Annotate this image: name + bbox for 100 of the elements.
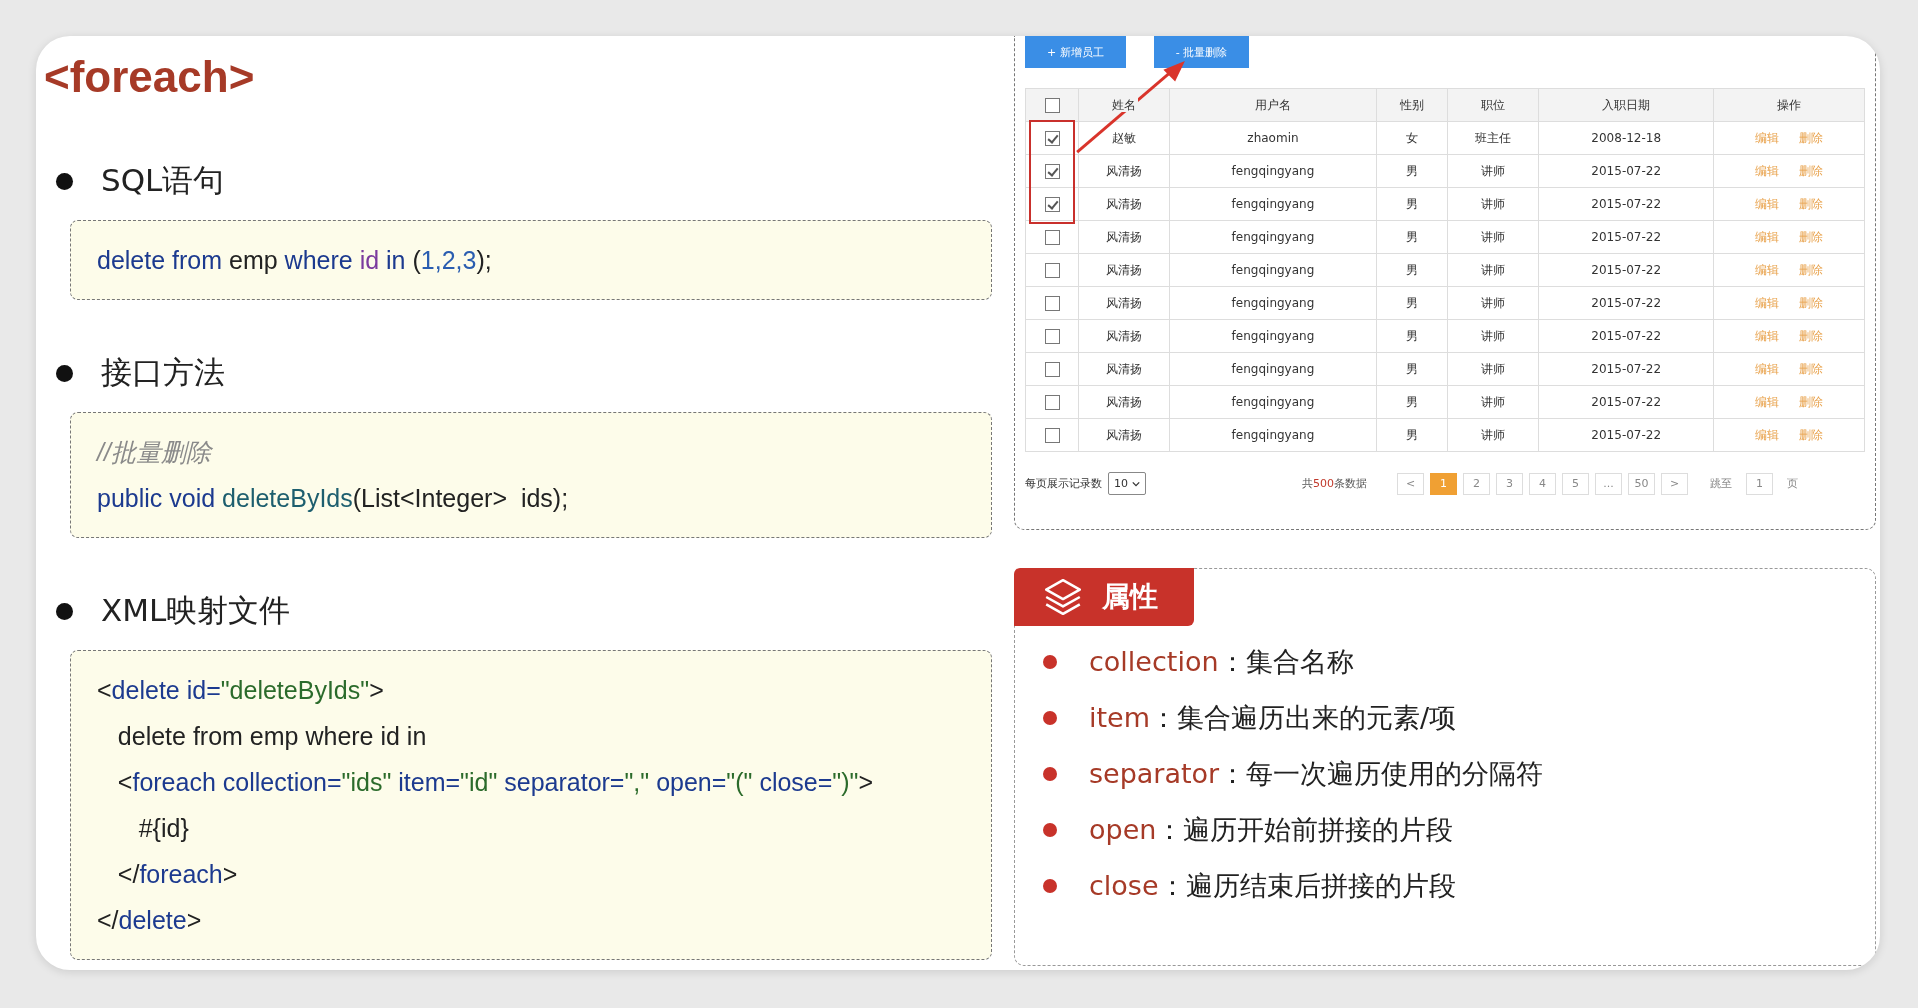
page-button[interactable]: 3 — [1496, 472, 1523, 495]
table-cell: 2015-07-22 — [1538, 286, 1714, 320]
attribute-text: close：遍历结束后拼接的片段 — [1089, 869, 1456, 903]
action-link[interactable]: 编辑 — [1755, 130, 1779, 145]
table-cell: 2015-07-22 — [1538, 418, 1714, 452]
action-link[interactable]: 删除 — [1799, 328, 1823, 343]
action-link[interactable]: 编辑 — [1755, 229, 1779, 244]
action-link[interactable]: 编辑 — [1755, 361, 1779, 376]
table-cell: 讲师 — [1447, 220, 1539, 254]
page-button[interactable]: 4 — [1529, 472, 1556, 495]
page-button[interactable]: 50 — [1628, 472, 1655, 495]
checkbox[interactable] — [1044, 295, 1060, 311]
table-cell: 男 — [1376, 352, 1448, 386]
table-cell: fengqingyang — [1169, 220, 1377, 254]
checkbox[interactable] — [1044, 361, 1060, 377]
checkbox[interactable] — [1044, 262, 1060, 278]
bullet-icon — [56, 364, 73, 382]
checkbox[interactable] — [1044, 328, 1060, 344]
table-cell: 女 — [1376, 121, 1448, 155]
table-cell: 男 — [1376, 187, 1448, 221]
table-cell: 2015-07-22 — [1538, 220, 1714, 254]
code-line: //批量删除 — [97, 437, 211, 468]
code-line: delete from emp where id in (1,2,3); — [97, 245, 492, 276]
table-cell: 风清扬 — [1078, 154, 1170, 188]
checkbox[interactable] — [1044, 163, 1060, 179]
slide-title: <foreach> — [44, 52, 255, 102]
page-input[interactable]: 1 — [1746, 472, 1773, 495]
table-cell: fengqingyang — [1169, 253, 1377, 287]
column-header: 性别 — [1397, 97, 1426, 112]
page-button[interactable]: < — [1397, 472, 1424, 495]
table-cell: 讲师 — [1447, 418, 1539, 452]
table-cell: 班主任 — [1447, 121, 1539, 155]
table-cell: 讲师 — [1447, 385, 1539, 419]
action-link[interactable]: 删除 — [1799, 295, 1823, 310]
checkbox[interactable] — [1044, 394, 1060, 410]
table-cell: 风清扬 — [1078, 385, 1170, 419]
action-link[interactable]: 编辑 — [1755, 196, 1779, 211]
action-link[interactable]: 删除 — [1799, 196, 1823, 211]
action-link[interactable]: 编辑 — [1755, 394, 1779, 409]
table-cell: 男 — [1376, 319, 1448, 353]
table-cell: 男 — [1376, 286, 1448, 320]
column-header: 姓名 — [1110, 97, 1139, 112]
toolbar-button[interactable]: + 新增员工 — [1025, 36, 1126, 68]
checkbox[interactable] — [1044, 130, 1060, 146]
table-cell: fengqingyang — [1169, 319, 1377, 353]
column-header: 入职日期 — [1600, 97, 1653, 112]
action-link[interactable]: 删除 — [1799, 229, 1823, 244]
action-link[interactable]: 编辑 — [1755, 262, 1779, 277]
action-link[interactable]: 编辑 — [1755, 295, 1779, 310]
table-cell: 风清扬 — [1078, 319, 1170, 353]
bullet-icon — [1043, 655, 1057, 669]
bullet-icon — [1043, 767, 1057, 781]
action-link[interactable]: 删除 — [1799, 427, 1823, 442]
table-cell: 讲师 — [1447, 187, 1539, 221]
code-line: <delete id="deleteByIds"> — [97, 675, 384, 706]
page-button[interactable]: ... — [1595, 472, 1622, 495]
table-cell: 风清扬 — [1078, 253, 1170, 287]
table-cell: zhaomin — [1169, 121, 1377, 155]
checkbox[interactable] — [1044, 97, 1060, 113]
checkbox[interactable] — [1044, 229, 1060, 245]
table-cell: fengqingyang — [1169, 352, 1377, 386]
table-cell: 男 — [1376, 253, 1448, 287]
bullet-icon — [1043, 879, 1057, 893]
attribute-text: item：集合遍历出来的元素/项 — [1089, 701, 1457, 735]
checkbox[interactable] — [1044, 196, 1060, 212]
action-link[interactable]: 编辑 — [1755, 163, 1779, 178]
code-line: public void deleteByIds(List<Integer> ids); — [97, 483, 569, 514]
action-link[interactable]: 编辑 — [1755, 427, 1779, 442]
checkbox[interactable] — [1044, 427, 1060, 443]
section-heading: SQL语句 — [101, 161, 225, 200]
page-button[interactable]: 5 — [1562, 472, 1589, 495]
toolbar-button[interactable]: - 批量删除 — [1153, 36, 1250, 68]
table-cell: 男 — [1376, 418, 1448, 452]
bullet-icon — [1043, 711, 1057, 725]
action-link[interactable]: 删除 — [1799, 394, 1823, 409]
code-line: </delete> — [97, 905, 202, 936]
table-cell: fengqingyang — [1169, 385, 1377, 419]
action-link[interactable]: 删除 — [1799, 163, 1823, 178]
page-button[interactable]: > — [1661, 472, 1688, 495]
table-cell: 风清扬 — [1078, 418, 1170, 452]
column-header: 用户名 — [1252, 97, 1293, 112]
action-link[interactable]: 删除 — [1799, 361, 1823, 376]
table-cell: 2008-12-18 — [1538, 121, 1714, 155]
action-link[interactable]: 删除 — [1799, 130, 1823, 145]
action-link[interactable]: 删除 — [1799, 262, 1823, 277]
page-button[interactable]: 2 — [1463, 472, 1490, 495]
table-cell: 风清扬 — [1078, 352, 1170, 386]
table-cell: fengqingyang — [1169, 418, 1377, 452]
caret-icon — [1132, 480, 1140, 487]
table-cell: 讲师 — [1447, 253, 1539, 287]
column-header: 操作 — [1775, 97, 1803, 112]
table-cell: 讲师 — [1447, 352, 1539, 386]
page-button[interactable]: 1 — [1430, 472, 1457, 495]
page-size-select[interactable]: 10 — [1108, 472, 1146, 495]
table-cell: fengqingyang — [1169, 286, 1377, 320]
attribute-text: open：遍历开始前拼接的片段 — [1089, 813, 1454, 847]
code-line: #{id} — [137, 813, 189, 844]
table-cell: 风清扬 — [1078, 220, 1170, 254]
bullet-icon — [56, 602, 73, 620]
action-link[interactable]: 编辑 — [1755, 328, 1779, 343]
